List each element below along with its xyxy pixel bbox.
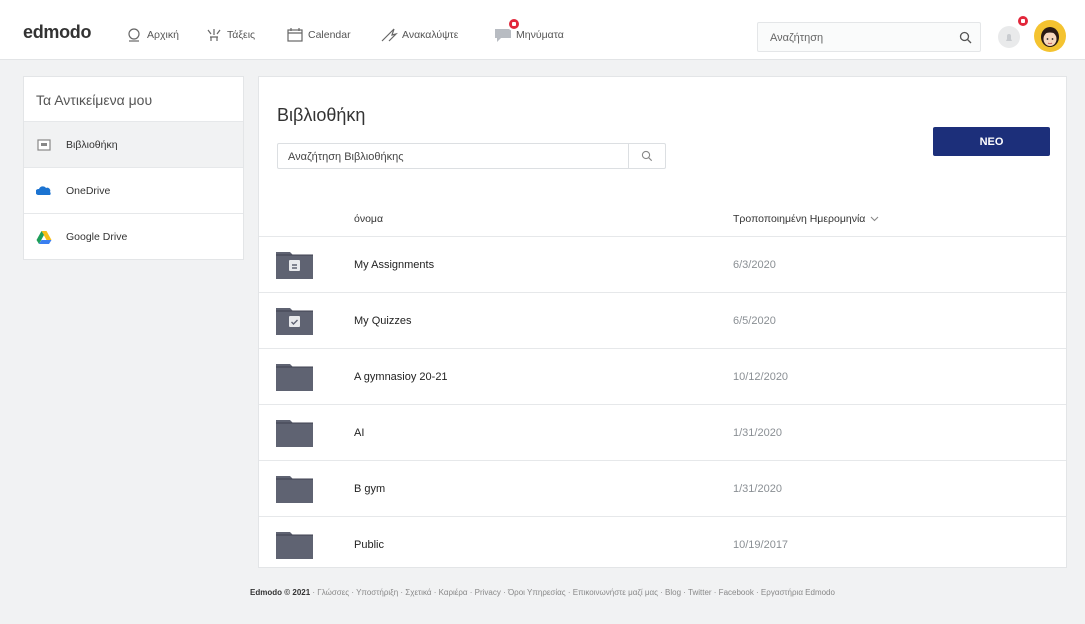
- global-search-input[interactable]: Αναζήτηση: [757, 22, 981, 52]
- row-date: 6/5/2020: [733, 315, 776, 327]
- global-search-placeholder: Αναζήτηση: [770, 32, 824, 44]
- folder-icon: [276, 476, 313, 503]
- folder-icon: [276, 532, 313, 559]
- bell-icon[interactable]: [998, 26, 1020, 48]
- classes-icon: [207, 29, 221, 41]
- sidebar-item-google-drive-label: Google Drive: [66, 230, 128, 243]
- home-icon: [128, 28, 140, 42]
- footer: Edmodo © 2021 · Γλώσσες · Υποστήριξη · Σ…: [0, 588, 1085, 597]
- row-name[interactable]: AI: [354, 427, 364, 439]
- sidebar-item-google-drive[interactable]: Google Drive: [24, 213, 243, 259]
- row-date: 10/19/2017: [733, 539, 789, 551]
- table-row[interactable]: B gym 1/31/2020: [259, 460, 1066, 516]
- sidebar-title: Τα Αντικείμενα μου: [36, 92, 153, 108]
- onedrive-icon: [36, 185, 51, 195]
- row-date: 10/12/2020: [733, 371, 789, 383]
- row-name[interactable]: A gymnasioy 20-21: [354, 371, 448, 383]
- nav-discover-label: Ανακαλύψτε: [402, 29, 459, 41]
- table-row[interactable]: AI 1/31/2020: [259, 404, 1066, 460]
- search-divider: [628, 144, 629, 168]
- nav-classes-label: Τάξεις: [227, 29, 256, 41]
- nav-calendar[interactable]: Calendar: [286, 26, 351, 44]
- search-icon[interactable]: [959, 31, 972, 44]
- row-date: 6/3/2020: [733, 259, 776, 271]
- google-drive-icon: [36, 230, 52, 244]
- nav-calendar-label: Calendar: [308, 29, 351, 41]
- my-items-sidebar: Τα Αντικείμενα μου Βιβλιοθήκη OneDrive G…: [23, 76, 244, 260]
- new-button[interactable]: ΝΕΟ: [933, 127, 1050, 156]
- table-row[interactable]: My Assignments 6/3/2020: [259, 236, 1066, 292]
- column-header-modified[interactable]: Τροποποιημένη Ημερομηνία: [733, 213, 879, 225]
- nav-home[interactable]: Αρχική: [125, 26, 179, 44]
- nav-classes[interactable]: Τάξεις: [205, 26, 255, 44]
- quizzes-folder-icon: [276, 308, 313, 335]
- edmodo-logo[interactable]: edmodo: [23, 22, 92, 43]
- top-navbar: edmodo Αρχική Τάξεις Calendar Ανακαλύψτε…: [0, 0, 1085, 60]
- row-date: 1/31/2020: [733, 483, 782, 495]
- nav-discover[interactable]: Ανακαλύψτε: [380, 26, 458, 44]
- calendar-icon: [287, 28, 303, 42]
- assignments-folder-icon: [276, 252, 313, 279]
- sidebar-item-library[interactable]: Βιβλιοθήκη: [24, 121, 243, 167]
- avatar[interactable]: [1034, 20, 1066, 52]
- column-header-modified-label: Τροποποιημένη Ημερομηνία: [733, 213, 866, 225]
- sidebar-item-library-label: Βιβλιοθήκη: [66, 138, 118, 151]
- row-name[interactable]: B gym: [354, 483, 385, 495]
- chevron-down-icon: [871, 216, 879, 222]
- nav-messages-label: Μηνύματα: [516, 29, 564, 41]
- discover-icon: [381, 28, 398, 42]
- row-date: 1/31/2020: [733, 427, 782, 439]
- table-row[interactable]: Public 10/19/2017: [259, 516, 1066, 568]
- row-name[interactable]: Public: [354, 539, 384, 551]
- notifications-badge: [1016, 14, 1030, 28]
- table-row[interactable]: A gymnasioy 20-21 10/12/2020: [259, 348, 1066, 404]
- nav-home-label: Αρχική: [147, 29, 179, 41]
- folder-icon: [276, 364, 313, 391]
- library-panel: Βιβλιοθήκη Αναζήτηση Βιβλιοθήκης ΝΕΟ όνο…: [258, 76, 1067, 568]
- library-icon: [37, 138, 51, 151]
- column-header-name[interactable]: όνομα: [354, 213, 383, 225]
- nav-messages[interactable]: Μηνύματα: [494, 26, 564, 44]
- search-icon[interactable]: [641, 150, 653, 162]
- sidebar-item-onedrive-label: OneDrive: [66, 184, 111, 197]
- folder-icon: [276, 420, 313, 447]
- messages-badge: [507, 17, 521, 31]
- row-name[interactable]: My Quizzes: [354, 315, 411, 327]
- library-search-input[interactable]: Αναζήτηση Βιβλιοθήκης: [277, 143, 666, 169]
- footer-links[interactable]: · Γλώσσες · Υποστήριξη · Σχετικά · Καριέ…: [312, 588, 835, 597]
- sidebar-item-onedrive[interactable]: OneDrive: [24, 167, 243, 213]
- page-title: Βιβλιοθήκη: [277, 105, 366, 125]
- library-search-placeholder: Αναζήτηση Βιβλιοθήκης: [288, 151, 404, 163]
- table-row[interactable]: My Quizzes 6/5/2020: [259, 292, 1066, 348]
- row-name[interactable]: My Assignments: [354, 259, 434, 271]
- footer-brand: Edmodo © 2021: [250, 588, 311, 597]
